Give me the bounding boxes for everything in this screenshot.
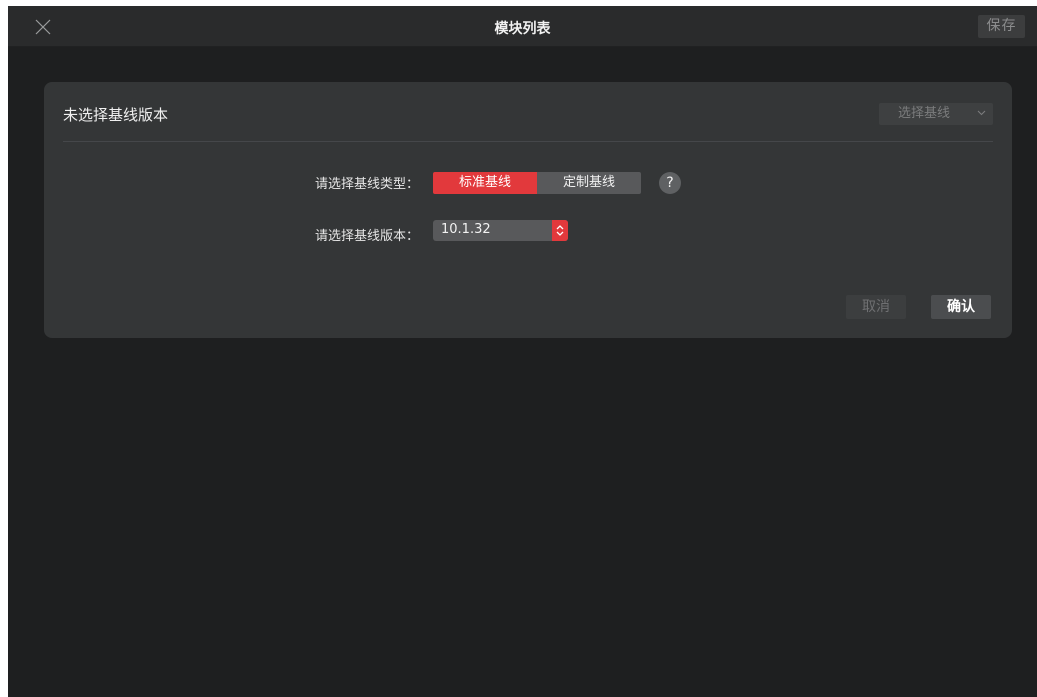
select-baseline-dropdown[interactable]: 选择基线 bbox=[879, 103, 993, 125]
baseline-version-select[interactable]: 10.1.32 bbox=[433, 220, 568, 241]
title-bar: 模块列表 保存 bbox=[8, 6, 1037, 47]
segment-custom-baseline[interactable]: 定制基线 bbox=[537, 172, 641, 194]
baseline-version-value: 10.1.32 bbox=[441, 222, 491, 237]
app-window: 模块列表 保存 未选择基线版本 选择基线 请选择基线类型： 标准基线 定制基线 … bbox=[8, 6, 1037, 697]
cancel-button[interactable]: 取消 bbox=[846, 295, 906, 319]
chevron-down-icon bbox=[977, 110, 986, 116]
baseline-version-label: 请选择基线版本： bbox=[314, 229, 419, 244]
version-stepper[interactable] bbox=[552, 220, 568, 241]
save-button[interactable]: 保存 bbox=[978, 15, 1025, 38]
divider bbox=[63, 141, 993, 142]
updown-chevron-icon bbox=[556, 225, 564, 236]
panel-title: 未选择基线版本 bbox=[63, 106, 169, 124]
confirm-button[interactable]: 确认 bbox=[931, 295, 991, 319]
baseline-panel: 未选择基线版本 选择基线 请选择基线类型： 标准基线 定制基线 ? 请选择基线版… bbox=[44, 82, 1012, 338]
baseline-type-label: 请选择基线类型： bbox=[314, 177, 419, 192]
help-button[interactable]: ? bbox=[659, 172, 681, 194]
select-baseline-label: 选择基线 bbox=[898, 106, 951, 121]
segment-standard-baseline[interactable]: 标准基线 bbox=[433, 172, 537, 194]
window-title: 模块列表 bbox=[494, 21, 551, 37]
baseline-type-segmented-control: 标准基线 定制基线 bbox=[433, 172, 641, 194]
